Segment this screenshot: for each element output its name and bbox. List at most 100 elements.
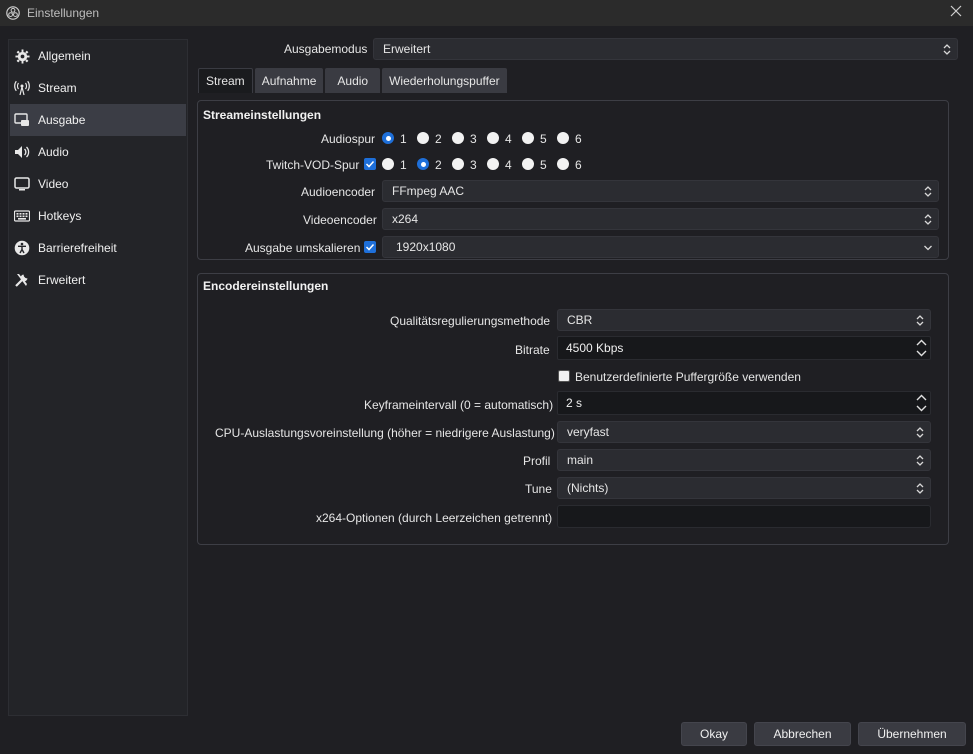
sidebar-item-label: Erweitert xyxy=(38,273,86,287)
x264-options-input[interactable] xyxy=(557,505,931,528)
radio-label: 5 xyxy=(540,158,547,172)
radio-label: 3 xyxy=(470,158,477,172)
keyframe-spinbox[interactable]: 2 s xyxy=(557,391,931,415)
close-icon[interactable] xyxy=(949,4,963,18)
button-label: Okay xyxy=(699,727,728,741)
audio-track-label: Audiospur xyxy=(321,132,376,146)
video-encoder-select[interactable]: x264 xyxy=(382,208,939,230)
tab-stream[interactable]: Stream xyxy=(198,68,253,93)
rescale-checkbox[interactable] xyxy=(364,241,376,253)
twitch-vod-checkbox[interactable] xyxy=(364,158,376,170)
monitor-icon xyxy=(14,176,30,192)
sidebar-item-label: Barrierefreiheit xyxy=(38,241,117,255)
radio-label: 1 xyxy=(400,132,407,146)
tab-wiederholungspuffer[interactable]: Wiederholungspuffer xyxy=(382,68,507,93)
title-bar: Einstellungen xyxy=(0,0,973,26)
radio-label: 3 xyxy=(470,132,477,146)
audio-encoder-select[interactable]: FFmpeg AAC xyxy=(382,180,939,202)
twitch-vod-radio-2[interactable] xyxy=(417,158,429,170)
button-label: Abbrechen xyxy=(773,727,832,741)
sidebar-item-barrierefreiheit[interactable]: Barrierefreiheit xyxy=(10,232,186,264)
broadcast-icon xyxy=(14,80,30,96)
sidebar-item-allgemein[interactable]: Allgemein xyxy=(10,40,186,72)
sidebar-item-video[interactable]: Video xyxy=(10,168,186,200)
audio-track-radio-6[interactable] xyxy=(557,132,569,144)
audio-track-radio-5[interactable] xyxy=(522,132,534,144)
sidebar-item-ausgabe[interactable]: Ausgabe xyxy=(10,104,186,136)
updown-icon xyxy=(916,455,924,466)
rate-control-value: CBR xyxy=(567,313,593,327)
tune-value: (Nichts) xyxy=(567,481,609,495)
bitrate-label: Bitrate xyxy=(515,343,550,357)
sidebar-item-label: Video xyxy=(38,177,69,191)
sidebar-item-label: Audio xyxy=(38,145,69,159)
speaker-icon xyxy=(14,144,30,160)
radio-label: 4 xyxy=(505,132,512,146)
tab-aufnahme[interactable]: Aufnahme xyxy=(254,68,324,93)
rescale-select[interactable]: 1920x1080 xyxy=(382,236,939,258)
spin-arrows-icon[interactable] xyxy=(914,337,929,359)
spin-arrows-icon[interactable] xyxy=(914,392,929,414)
cpu-preset-select[interactable]: veryfast xyxy=(557,421,931,443)
updown-icon xyxy=(943,44,951,55)
button-label: Übernehmen xyxy=(877,727,947,741)
output-mode-label: Ausgabemodus xyxy=(284,42,368,56)
twitch-vod-label: Twitch-VOD-Spur xyxy=(266,158,360,172)
radio-label: 6 xyxy=(575,158,582,172)
twitch-vod-radio-4[interactable] xyxy=(487,158,499,170)
tune-select[interactable]: (Nichts) xyxy=(557,477,931,499)
audio-encoder-value: FFmpeg AAC xyxy=(392,184,465,198)
sidebar-item-hotkeys[interactable]: Hotkeys xyxy=(10,200,186,232)
chevron-down-icon xyxy=(924,245,932,251)
tab-audio[interactable]: Audio xyxy=(325,68,381,93)
twitch-vod-radio-1[interactable] xyxy=(382,158,394,170)
rate-control-select[interactable]: CBR xyxy=(557,309,931,331)
video-encoder-label: Videoencoder xyxy=(303,213,377,227)
gear-icon xyxy=(14,48,30,64)
sidebar-item-stream[interactable]: Stream xyxy=(10,72,186,104)
cancel-button[interactable]: Abbrechen xyxy=(754,722,851,746)
audio-track-radio-2[interactable] xyxy=(417,132,429,144)
check-icon xyxy=(365,160,375,168)
updown-icon xyxy=(916,483,924,494)
bitrate-spinbox[interactable]: 4500 Kbps xyxy=(557,336,931,360)
output-icon xyxy=(14,112,30,128)
audio-track-radio-4[interactable] xyxy=(487,132,499,144)
twitch-vod-radio-5[interactable] xyxy=(522,158,534,170)
audio-encoder-label: Audioencoder xyxy=(301,185,376,199)
twitch-vod-radio-3[interactable] xyxy=(452,158,464,170)
radio-label: 2 xyxy=(435,132,442,146)
twitch-vod-radio-6[interactable] xyxy=(557,158,569,170)
sidebar-item-label: Ausgabe xyxy=(38,113,86,127)
window-title: Einstellungen xyxy=(27,6,100,20)
group-title: Streameinstellungen xyxy=(203,108,322,122)
cpu-preset-label: CPU-Auslastungsvoreinstellung (höher = n… xyxy=(215,426,555,440)
output-mode-select[interactable]: Erweitert xyxy=(373,38,958,60)
sidebar-item-label: Allgemein xyxy=(38,49,91,63)
keyframe-value: 2 s xyxy=(566,396,583,410)
rate-control-label: Qualitätsregulierungsmethode xyxy=(390,314,551,328)
check-icon xyxy=(365,243,375,251)
obs-icon xyxy=(6,6,20,20)
x264-options-label: x264-Optionen (durch Leerzeichen getrenn… xyxy=(316,511,553,525)
settings-sidebar: Allgemein Stream Ausgabe Audio Video Hot… xyxy=(8,39,188,716)
audio-track-radio-1[interactable] xyxy=(382,132,394,144)
updown-icon xyxy=(916,315,924,326)
updown-icon xyxy=(924,186,932,197)
audio-track-radio-3[interactable] xyxy=(452,132,464,144)
ok-button[interactable]: Okay xyxy=(681,722,747,746)
sidebar-item-label: Stream xyxy=(38,81,77,95)
apply-button[interactable]: Übernehmen xyxy=(858,722,966,746)
custom-buffer-checkbox[interactable] xyxy=(558,370,570,382)
profile-select[interactable]: main xyxy=(557,449,931,471)
radio-label: 6 xyxy=(575,132,582,146)
bitrate-value: 4500 Kbps xyxy=(566,341,624,355)
radio-label: 1 xyxy=(400,158,407,172)
sidebar-item-audio[interactable]: Audio xyxy=(10,136,186,168)
updown-icon xyxy=(916,427,924,438)
sidebar-item-erweitert[interactable]: Erweitert xyxy=(10,264,186,296)
rescale-value: 1920x1080 xyxy=(396,240,456,254)
output-mode-value: Erweitert xyxy=(383,42,431,56)
sidebar-item-label: Hotkeys xyxy=(38,209,82,223)
tab-label: Aufnahme xyxy=(261,73,317,88)
